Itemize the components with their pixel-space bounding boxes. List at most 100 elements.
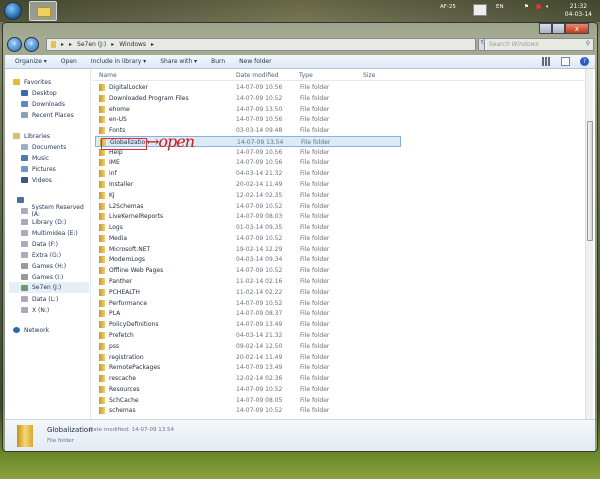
file-row[interactable]: pss 09-02-14 12.50 File folder: [95, 341, 401, 352]
chevron-right-icon[interactable]: ▸: [61, 41, 64, 48]
sidebar-music[interactable]: Music: [21, 153, 49, 163]
sidebar-drive[interactable]: Games (I:): [21, 272, 63, 282]
file-row[interactable]: Prefetch 04-03-14 21.32 File folder: [95, 330, 401, 341]
start-button[interactable]: [4, 2, 22, 20]
breadcrumb-drive[interactable]: Se7en (J:): [77, 41, 106, 48]
language-indicator[interactable]: EN: [496, 4, 504, 10]
column-header-size[interactable]: Size: [363, 72, 375, 79]
flag-icon[interactable]: ⚑: [524, 4, 529, 10]
file-row[interactable]: DigitalLocker 14-07-09 10.56 File folder: [95, 82, 401, 93]
sidebar-libraries[interactable]: Libraries: [13, 131, 50, 141]
clock[interactable]: 21:32 04-03-14: [565, 3, 592, 19]
file-type: File folder: [300, 342, 330, 350]
sidebar-drive[interactable]: Games (H:): [21, 261, 66, 271]
file-row[interactable]: PolicyDefinitions 14-07-09 13.49 File fold…: [95, 319, 401, 330]
sidebar-drive[interactable]: Data (F:): [21, 239, 58, 249]
forward-button[interactable]: ›: [24, 37, 39, 52]
preview-pane-icon[interactable]: [561, 57, 570, 66]
sidebar-computer[interactable]: [17, 195, 24, 205]
file-row[interactable]: rescache 12-02-14 02.36 File folder: [95, 373, 401, 384]
column-header-type[interactable]: Type: [299, 72, 313, 79]
window-controls: x: [539, 23, 589, 35]
file-row[interactable]: L2Schemas 14-07-09 10.52 File folder: [95, 201, 401, 212]
file-row[interactable]: SchCache 14-07-09 08.05 File folder: [95, 395, 401, 406]
search-input[interactable]: Search Windows ⚲: [484, 38, 594, 51]
sidebar-drive[interactable]: Library (D:): [21, 217, 66, 227]
scrollbar-thumb[interactable]: [587, 121, 593, 241]
file-row[interactable]: LiveKernelReports 14-07-09 08.03 File fold…: [95, 211, 401, 222]
file-row[interactable]: IME 14-07-09 10.56 File folder: [95, 157, 401, 168]
file-row[interactable]: inf 04-03-14 21.32 File folder: [95, 168, 401, 179]
file-row[interactable]: en-US 14-07-09 10.56 File folder: [95, 114, 401, 125]
new-folder-button[interactable]: New folder: [239, 58, 271, 65]
back-button[interactable]: ‹: [7, 37, 22, 52]
file-row[interactable]: PCHEALTH 11-02-14 02.22 File folder: [95, 287, 401, 298]
file-row[interactable]: Installer 20-02-14 11.49 File folder: [95, 179, 401, 190]
file-row[interactable]: PLA 14-07-09 08.37 File folder: [95, 308, 401, 319]
chevron-right-icon[interactable]: ▸: [111, 41, 114, 48]
column-header-date[interactable]: Date modified: [236, 72, 279, 79]
file-row[interactable]: Microsoft.NET 19-02-14 12.29 File folder: [95, 244, 401, 255]
sidebar-videos[interactable]: Videos: [21, 175, 52, 185]
file-row[interactable]: registration 20-02-14 11.49 File folder: [95, 352, 401, 363]
sidebar-desktop[interactable]: Desktop: [21, 88, 57, 98]
address-bar[interactable]: ▸ ▸ Se7en (J:) ▸ Windows ▸: [46, 38, 476, 51]
include-in-library-button[interactable]: Include in library ▾: [91, 58, 146, 65]
file-row[interactable]: Logs 01-03-14 09.35 File folder: [95, 222, 401, 233]
breadcrumb-windows[interactable]: Windows: [119, 41, 146, 48]
sidebar-drive-selected[interactable]: Se7en (J:): [9, 282, 89, 293]
file-date: 14-07-09 10.52: [236, 299, 283, 307]
maximize-button[interactable]: [552, 23, 565, 34]
minimize-button[interactable]: [539, 23, 552, 34]
file-date: 19-02-14 12.29: [236, 245, 283, 253]
search-icon[interactable]: ⚲: [586, 40, 590, 47]
view-options-icon[interactable]: [542, 57, 551, 66]
folder-icon: [99, 364, 105, 372]
file-row[interactable]: Panther 11-02-14 02.16 File folder: [95, 276, 401, 287]
sidebar-downloads[interactable]: Downloads: [21, 99, 65, 109]
sidebar-drive[interactable]: Data (L:): [21, 294, 58, 304]
file-row[interactable]: ModemLogs 04-03-14 09.34 File folder: [95, 254, 401, 265]
folder-icon: [99, 181, 105, 189]
chevron-right-icon[interactable]: ▸: [151, 41, 154, 48]
file-row[interactable]: RemotePackages 14-07-09 13.49 File folder: [95, 362, 401, 373]
sidebar-recent-places[interactable]: Recent Places: [21, 110, 74, 120]
sidebar-documents[interactable]: Documents: [21, 142, 66, 152]
file-row[interactable]: schemas 14-07-09 10.52 File folder: [95, 405, 401, 416]
file-row[interactable]: Downloaded Program Files 14-07-09 10.52 Fi…: [95, 93, 401, 104]
file-row[interactable]: Media 14-07-09 10.52 File folder: [95, 233, 401, 244]
sidebar-drive[interactable]: Multimidea (E:): [21, 228, 78, 238]
organize-button[interactable]: Organize ▾: [15, 58, 47, 65]
sidebar-drive[interactable]: X (N:): [21, 305, 49, 315]
help-button[interactable]: ?: [580, 57, 589, 66]
file-row[interactable]: Resources 14-07-09 10.52 File folder: [95, 384, 401, 395]
details-name: Globalization: [47, 426, 93, 434]
file-row[interactable]: Offline Web Pages 14-07-09 10.52 File fold…: [95, 265, 401, 276]
folder-icon: [99, 299, 105, 307]
drive-icon: [21, 252, 28, 258]
sidebar-pictures[interactable]: Pictures: [21, 164, 56, 174]
volume-icon[interactable]: 🔈︎: [546, 4, 549, 11]
sidebar-drive[interactable]: Extra (G:): [21, 250, 61, 260]
details-type: File folder: [47, 438, 74, 444]
column-header-name[interactable]: Name: [99, 72, 117, 79]
file-row[interactable]: ehome 14-07-09 13.50 File folder: [95, 104, 401, 115]
column-headers: Name Date modified Type Size: [93, 69, 593, 81]
sidebar-network[interactable]: Network: [13, 325, 49, 335]
file-row[interactable]: Fonts 03-03-14 09.48 File folder: [95, 125, 401, 136]
open-button[interactable]: Open: [61, 58, 77, 65]
chevron-right-icon[interactable]: ▸: [69, 41, 72, 48]
taskbar-explorer-button[interactable]: [29, 1, 57, 21]
burn-button[interactable]: Burn: [211, 58, 225, 65]
file-row[interactable]: KJ 12-02-14 02.35 File folder: [95, 190, 401, 201]
network-tray-icon[interactable]: ■: [536, 4, 541, 10]
file-row[interactable]: Performance 14-07-09 10.52 File folder: [95, 298, 401, 309]
folder-icon: [99, 191, 105, 199]
sidebar-favorites[interactable]: Favorites: [13, 77, 51, 87]
pen-input-icon[interactable]: [473, 4, 487, 16]
share-with-button[interactable]: Share with ▾: [160, 58, 197, 65]
sidebar-drive[interactable]: System Reserved (A:: [21, 204, 90, 218]
close-button[interactable]: x: [565, 23, 589, 34]
label: Libraries: [24, 132, 50, 140]
vertical-scrollbar[interactable]: [585, 69, 593, 419]
